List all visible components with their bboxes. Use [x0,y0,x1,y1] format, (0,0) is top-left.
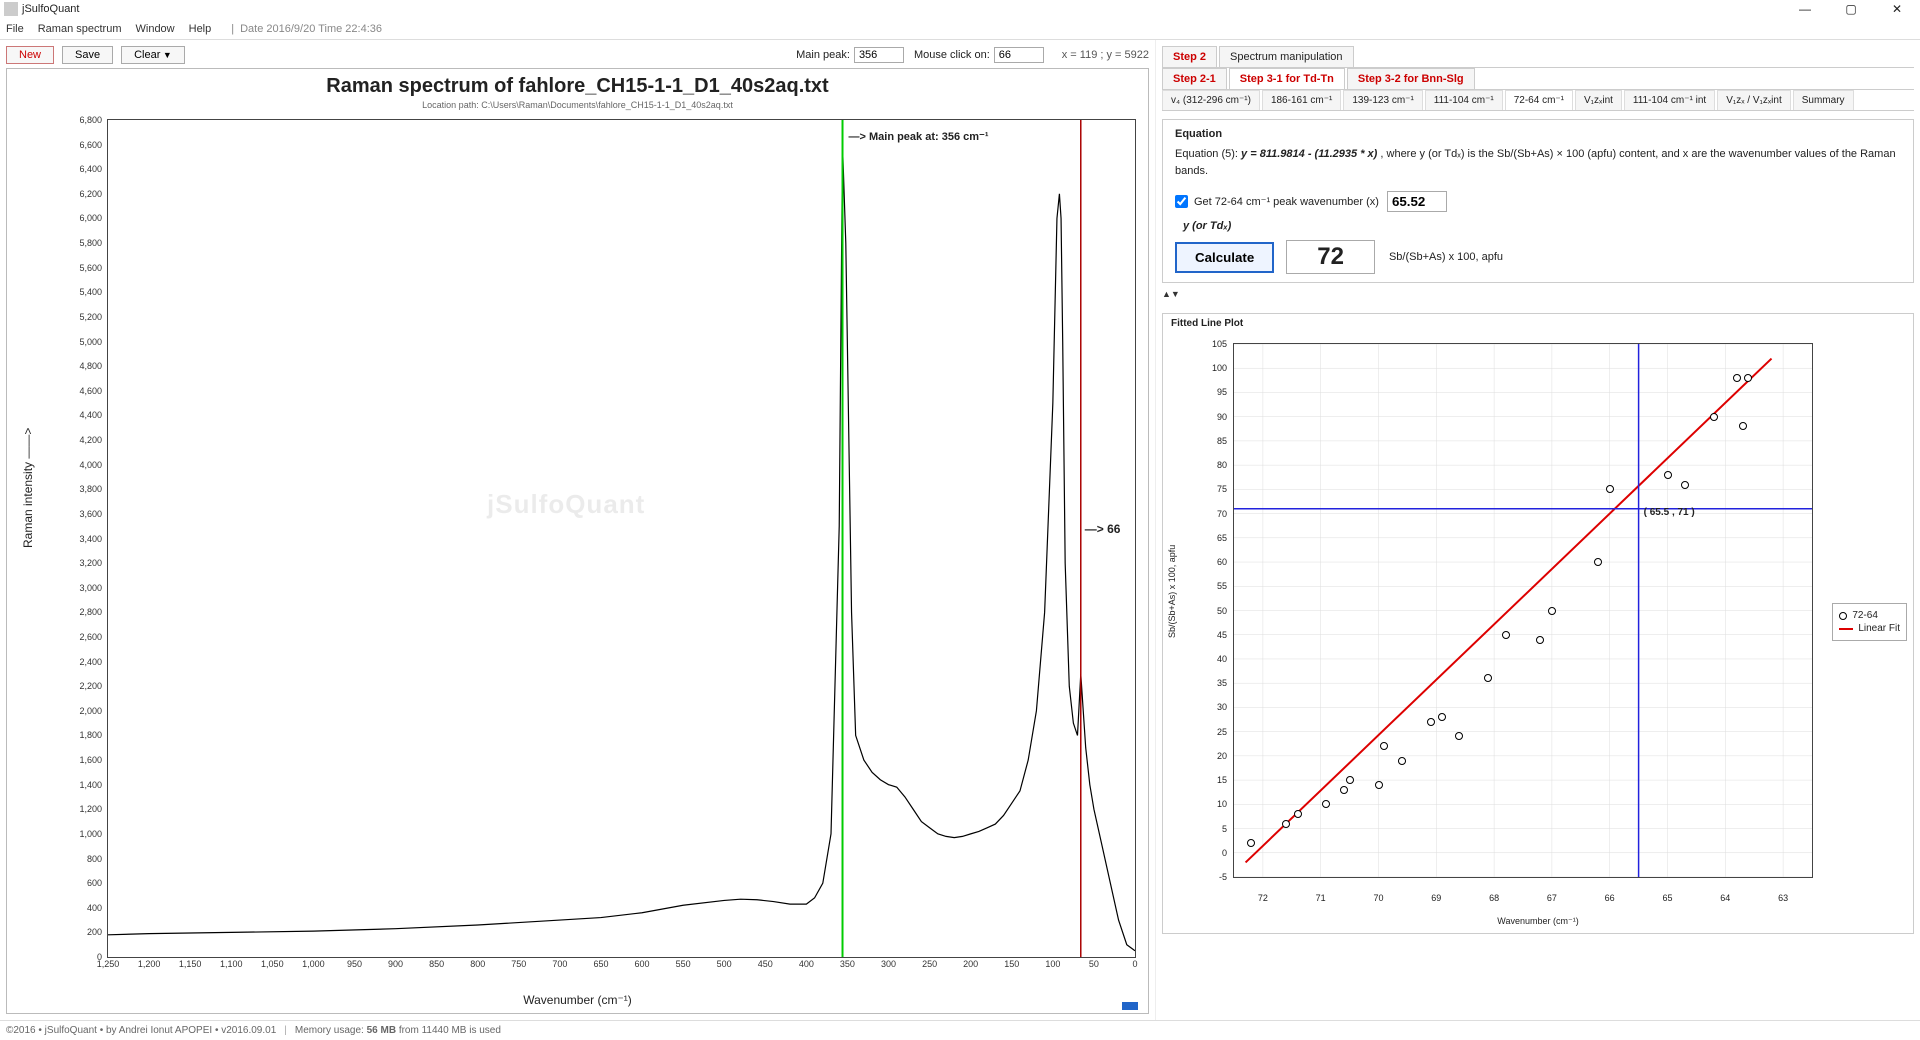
subtab-2[interactable]: 139-123 cm⁻¹ [1343,90,1422,110]
equation-heading: Equation [1175,128,1901,140]
scatter-point [1398,757,1406,765]
get-peak-checkbox[interactable] [1175,195,1188,208]
menu-raman-spectrum[interactable]: Raman spectrum [38,23,122,35]
crosshair-label: ( 65.5 , 71 ) [1644,507,1695,518]
subtab-4[interactable]: 72-64 cm⁻¹ [1505,90,1573,110]
scatter-point [1322,800,1330,808]
status-copyright: ©2016 • jSulfoQuant • by Andrei Ionut AP… [6,1025,276,1036]
subtab-7[interactable]: V₁zₓ / V₁zₓint [1717,90,1791,110]
fitted-x-axis-label: Wavenumber (cm⁻¹) [1497,916,1578,927]
x-axis-label: Wavenumber (cm⁻¹) [523,993,632,1007]
scatter-point [1744,374,1752,382]
scatter-point [1502,631,1510,639]
raman-chart-frame: Raman spectrum of fahlore_CH15-1-1_D1_40… [6,68,1149,1014]
chart-path: Location path: C:\Users\Raman\Documents\… [7,100,1148,110]
save-button[interactable]: Save [62,46,113,64]
get-peak-label: Get 72-64 cm⁻¹ peak wavenumber (x) [1194,195,1379,208]
window-maximize[interactable]: ▢ [1828,0,1874,18]
menu-help[interactable]: Help [189,23,212,35]
scatter-point [1606,485,1614,493]
main-peak-label: Main peak: [796,49,850,61]
equation-panel: Equation Equation (5): y = 811.9814 - (1… [1162,119,1914,283]
scatter-point [1294,810,1302,818]
status-bar: ©2016 • jSulfoQuant • by Andrei Ionut AP… [0,1020,1920,1040]
menu-file[interactable]: File [6,23,24,35]
menu-window[interactable]: Window [136,23,175,35]
chart-toolbar: New Save Clear Main peak: Mouse click on… [6,46,1149,64]
scatter-point [1739,422,1747,430]
window-close[interactable]: ✕ [1874,0,1920,18]
scatter-point [1455,732,1463,740]
status-memory-label: Memory usage: [295,1025,364,1036]
tab-step2-title[interactable]: Spectrum manipulation [1219,46,1354,67]
calculate-button[interactable]: Calculate [1175,242,1274,273]
window-minimize[interactable]: — [1782,0,1828,18]
raman-chart-area[interactable]: 02004006008001,0001,2001,4001,6001,8002,… [107,119,1136,958]
subtab-8[interactable]: Summary [1793,90,1854,110]
fitted-heading: Fitted Line Plot [1163,314,1913,333]
app-icon [4,2,18,16]
date-time-display: Date 2016/9/20 Time 22:4:36 [240,23,382,35]
legend-marker-line [1839,628,1853,630]
scatter-point [1733,374,1741,382]
scatter-point [1427,718,1435,726]
result-value: 72 [1286,240,1375,274]
scrollbar-thumb[interactable] [1122,1002,1138,1010]
scatter-point [1282,820,1290,828]
sub-tab-row: v₄ (312-296 cm⁻¹)186-161 cm⁻¹139-123 cm⁻… [1162,90,1914,111]
scatter-point [1380,742,1388,750]
scatter-point [1484,674,1492,682]
tab-step2[interactable]: Step 2 [1162,46,1217,67]
equation-text: Equation (5): y = 811.9814 - (11.2935 * … [1175,146,1901,179]
mouse-click-input[interactable] [994,47,1044,63]
fitted-legend: 72-64 Linear Fit [1832,603,1907,641]
mouse-click-label: Mouse click on: [914,49,990,61]
subtab-1[interactable]: 186-161 cm⁻¹ [1262,90,1341,110]
scatter-point [1594,558,1602,566]
y-or-td-label: y (or Tdₓ) [1183,220,1901,232]
subtab-0[interactable]: v₄ (312-296 cm⁻¹) [1162,90,1260,110]
cursor-coords: x = 119 ; y = 5922 [1062,49,1149,61]
subtab-5[interactable]: V₁zₓint [1575,90,1622,110]
equation-formula: y = 811.9814 - (11.2935 * x) [1241,148,1377,160]
y-axis-ticks: 02004006008001,0001,2001,4001,6001,8002,… [58,120,106,957]
subtab-3[interactable]: 111-104 cm⁻¹ [1425,90,1503,110]
scatter-point [1536,636,1544,644]
result-unit: Sb/(Sb+As) x 100, apfu [1389,251,1503,263]
legend-marker-circle [1839,612,1847,620]
main-peak-annotation: —> Main peak at: 356 cm⁻¹ [849,130,989,143]
collapse-handle[interactable]: ▲▼ [1162,289,1914,299]
chart-title: Raman spectrum of fahlore_CH15-1-1_D1_40… [7,75,1148,98]
x-value-input[interactable] [1387,191,1447,212]
y-axis-label: Raman intensity ——> [21,428,35,548]
scatter-point [1681,481,1689,489]
scatter-point [1710,413,1718,421]
fitted-plot [1234,344,1812,877]
fitted-y-ticks: -505101520253035404550556065707580859095… [1200,344,1230,877]
fitted-y-axis-label: Sb/(Sb+As) x 100, apfu [1167,545,1177,638]
fitted-line-panel: Fitted Line Plot Sb/(Sb+As) x 100, apfu … [1162,313,1914,934]
main-peak-input[interactable] [854,47,904,63]
new-button[interactable]: New [6,46,54,64]
scatter-point [1438,713,1446,721]
click-annotation: —> 66 [1085,522,1121,536]
scatter-point [1247,839,1255,847]
menu-bar: File Raman spectrum Window Help | Date 2… [0,18,1920,40]
status-memory-value: 56 MB [367,1025,396,1036]
scatter-point [1548,607,1556,615]
fitted-chart-area[interactable]: -505101520253035404550556065707580859095… [1233,343,1813,878]
scatter-point [1664,471,1672,479]
app-title: jSulfoQuant [22,3,79,15]
status-memory-suffix: from 11440 MB is used [399,1025,501,1036]
tab-step2-1[interactable]: Step 2-1 [1162,68,1227,89]
raman-spectrum-plot [108,120,1135,957]
tab-step3-1[interactable]: Step 3-1 for Td-Tn [1229,68,1345,89]
scatter-point [1346,776,1354,784]
scatter-point [1340,786,1348,794]
subtab-6[interactable]: 111-104 cm⁻¹ int [1624,90,1715,110]
x-axis-ticks: 0501001502002503003504004505005506006507… [108,959,1135,975]
tab-step3-2[interactable]: Step 3-2 for Bnn-Slg [1347,68,1475,89]
scatter-point [1375,781,1383,789]
clear-button[interactable]: Clear [121,46,185,64]
